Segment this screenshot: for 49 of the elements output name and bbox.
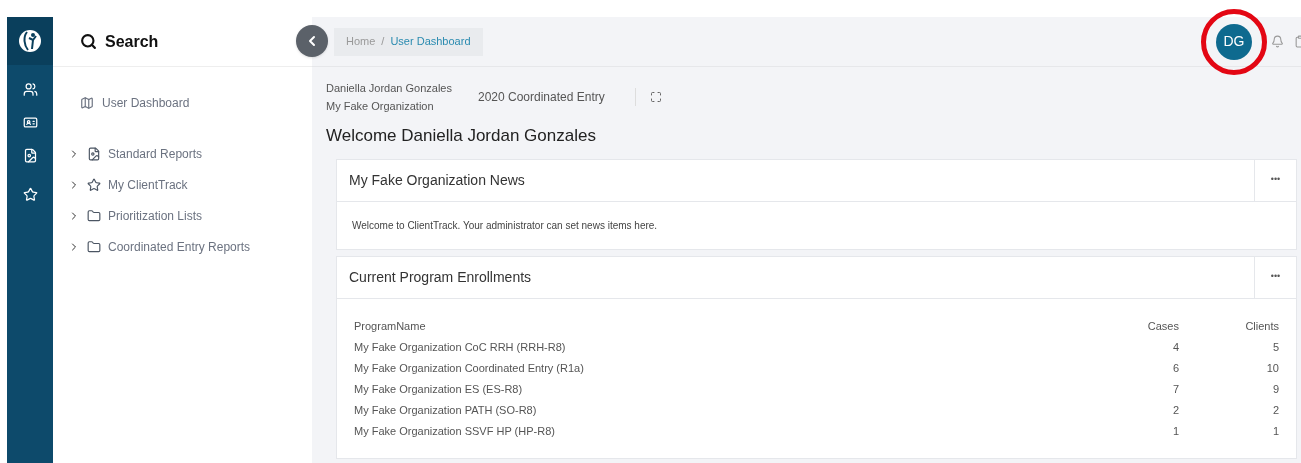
more-button[interactable]: ••• [1254, 159, 1296, 201]
folder-icon [87, 208, 101, 223]
workflow-name: 2020 Coordinated Entry [477, 88, 636, 106]
table-cell: 1 [1179, 420, 1296, 442]
logo-icon[interactable] [18, 29, 42, 53]
table-cell: 5 [1179, 336, 1296, 358]
search-icon[interactable] [80, 33, 97, 50]
column-header: Cases [1146, 318, 1179, 334]
table-cell-text: My Fake Organization SSVF HP (HP-R8) [353, 423, 556, 439]
folder-icon [87, 239, 101, 254]
tree-item[interactable]: My ClientTrack [53, 169, 312, 200]
organization-name: My Fake Organization [326, 99, 435, 114]
table-cell-text: 6 [1171, 360, 1179, 376]
breadcrumb-separator: / [381, 34, 385, 50]
collapse-button[interactable] [296, 25, 328, 57]
table-cell-text: My Fake Organization PATH (SO-R8) [353, 402, 538, 418]
fullscreen-icon[interactable] [649, 91, 662, 103]
news-text: Welcome to ClientTrack. Your administrator can set news items here. [351, 218, 659, 233]
breadcrumb-link[interactable]: User Dashboard [390, 33, 471, 50]
user-name: Daniella Jordan Gonzales [326, 81, 452, 96]
table-cell-text: My Fake Organization CoC RRH (RRH-R8) [353, 339, 567, 355]
document-icon [87, 146, 101, 161]
search-label[interactable]: Search [105, 29, 159, 54]
table-cell-text: 4 [1171, 339, 1179, 355]
column-header: Clients [1179, 315, 1296, 337]
table-cell-text: 1 [1171, 423, 1179, 439]
star-icon [87, 177, 101, 192]
users-icon[interactable] [22, 82, 38, 97]
card-title: Current Program Enrollments [348, 267, 533, 287]
nav-item[interactable]: User Dashboard [53, 87, 312, 118]
column-header: ProgramName [353, 318, 427, 334]
more-button[interactable]: ••• [1254, 256, 1296, 298]
table-cell-text: My Fake Organization ES (ES-R8) [353, 381, 524, 397]
tree-item[interactable]: Coordinated Entry Reports [53, 231, 312, 262]
table-cell-text: My Fake Organization Coordinated Entry (R1a) [353, 360, 585, 376]
star-icon[interactable] [22, 187, 38, 202]
table-cell-text: 7 [1171, 381, 1179, 397]
id-card-icon[interactable] [22, 115, 38, 130]
tree-item[interactable]: Prioritization Lists [53, 200, 312, 231]
map-icon [80, 95, 94, 110]
table-cell: 2 [1179, 399, 1296, 421]
table-cell-text: 2 [1171, 402, 1179, 418]
welcome-heading: Welcome Daniella Jordan Gonzales [326, 125, 597, 147]
avatar-button[interactable]: DG [1216, 23, 1252, 60]
table-cell: 10 [1179, 357, 1296, 379]
document-icon[interactable] [22, 148, 38, 163]
card-title: My Fake Organization News [348, 170, 526, 190]
tree-item[interactable]: Standard Reports [53, 138, 312, 169]
table-cell: 9 [1179, 378, 1296, 400]
